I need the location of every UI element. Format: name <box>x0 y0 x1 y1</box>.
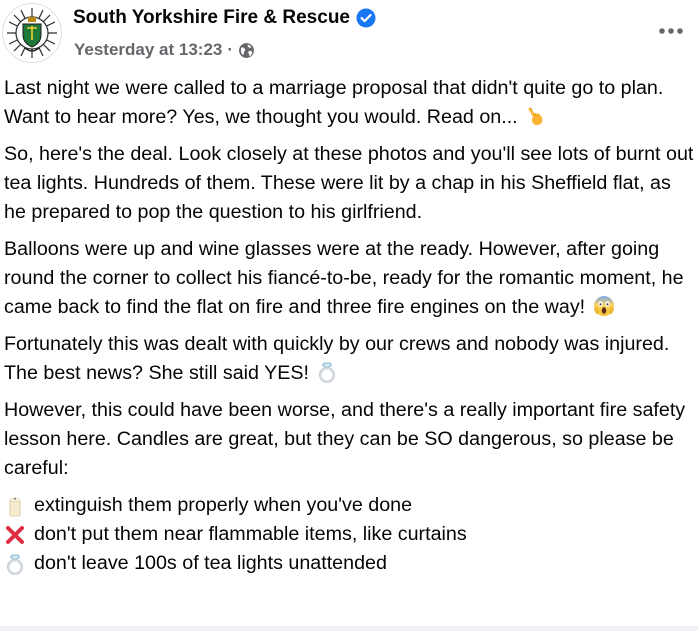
post-header: South Yorkshire Fire & Rescue Yesterday … <box>0 0 698 70</box>
fire-rescue-crest-icon <box>4 5 60 61</box>
meta-separator: · <box>227 40 234 59</box>
author-line: South Yorkshire Fire & Rescue <box>73 7 376 29</box>
verified-badge-icon <box>356 8 376 28</box>
post-bottom-edge <box>0 626 698 631</box>
author-name-link[interactable]: South Yorkshire Fire & Rescue <box>73 7 350 29</box>
paragraph-text: However, this could have been worse, and… <box>4 399 686 479</box>
more-options-icon <box>659 28 683 34</box>
safety-list: extinguish them properly when you've don… <box>4 491 694 578</box>
paragraph-text: Last night we were called to a marriage … <box>4 77 664 128</box>
cross-mark-icon <box>6 525 24 544</box>
page-avatar[interactable] <box>2 3 62 63</box>
globe-icon[interactable] <box>238 42 255 59</box>
paragraph-2: So, here's the deal. Look closely at the… <box>4 140 694 227</box>
ring-icon <box>7 554 23 575</box>
paragraph-5: However, this could have been worse, and… <box>4 396 694 483</box>
facebook-post: South Yorkshire Fire & Rescue Yesterday … <box>0 0 698 631</box>
screaming-face-icon <box>593 296 614 316</box>
list-item-text: don't leave 100s of tea lights unattende… <box>34 552 387 574</box>
list-item-text: extinguish them properly when you've don… <box>34 494 413 516</box>
list-item: don't leave 100s of tea lights unattende… <box>4 549 694 578</box>
paragraph-4: Fortunately this was dealt with quickly … <box>4 330 694 388</box>
list-item: extinguish them properly when you've don… <box>4 491 694 520</box>
paragraph-3: Balloons were up and wine glasses were a… <box>4 235 694 322</box>
paragraph-text: So, here's the deal. Look closely at the… <box>4 143 694 223</box>
post-body: Last night we were called to a marriage … <box>4 74 694 578</box>
timestamp-link[interactable]: Yesterday at 13:23 <box>74 40 222 60</box>
candle-icon <box>9 497 21 516</box>
backhand-index-pointing-down-icon <box>528 107 543 126</box>
paragraph-1: Last night we were called to a marriage … <box>4 74 694 132</box>
ring-icon <box>319 362 336 383</box>
post-meta: Yesterday at 13:23 · <box>74 40 255 60</box>
more-options-button[interactable] <box>652 16 690 46</box>
list-item: don't put them near flammable items, lik… <box>4 520 694 549</box>
list-item-text: don't put them near flammable items, lik… <box>34 523 467 545</box>
paragraph-text: Balloons were up and wine glasses were a… <box>4 238 684 318</box>
